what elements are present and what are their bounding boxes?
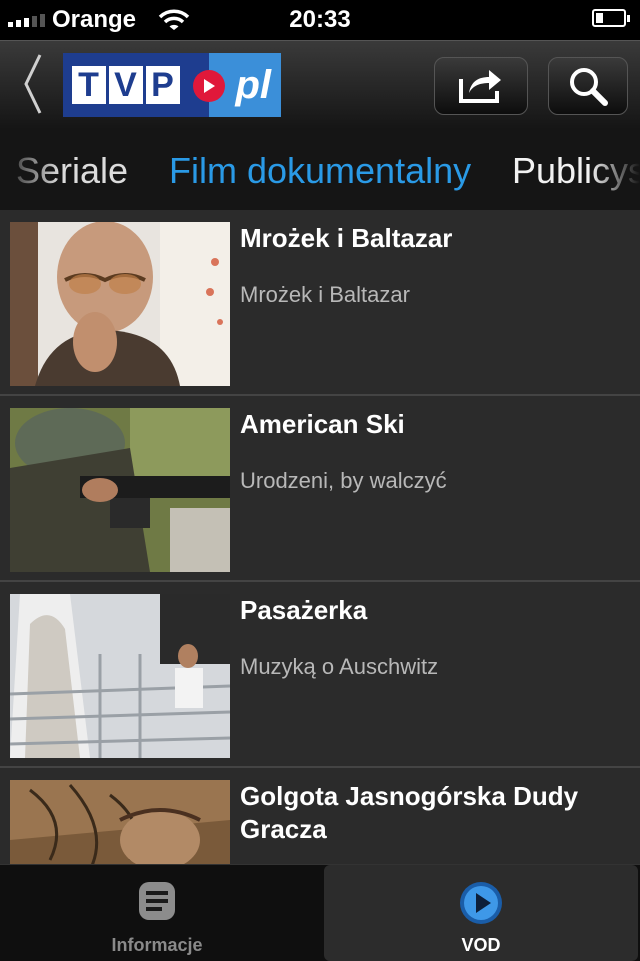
thumbnail-image [10, 408, 230, 572]
clock: 20:33 [289, 6, 351, 33]
list-item[interactable]: Pasażerka Muzyką o Auschwitz [0, 582, 640, 768]
thumbnail-image [10, 222, 230, 386]
logo-tvp-block: T V P [63, 53, 209, 117]
search-icon [570, 68, 608, 106]
logo-letter: V [108, 66, 143, 104]
tvp-pl-logo[interactable]: T V P pl [63, 53, 281, 117]
category-tab-film-dokumentalny[interactable]: Film dokumentalny [169, 150, 471, 192]
tab-label: VOD [461, 935, 501, 955]
share-button[interactable] [434, 57, 528, 115]
thumbnail-image [10, 594, 230, 758]
thumbnail-image [10, 780, 230, 864]
video-list[interactable]: Mrożek i Baltazar Mrożek i Baltazar Amer… [0, 210, 640, 864]
item-subtitle: Muzyką o Auschwitz [240, 654, 439, 679]
app-header: T V P pl [0, 40, 640, 129]
tab-vod[interactable]: VOD [324, 865, 638, 961]
list-item[interactable]: Mrożek i Baltazar Mrożek i Baltazar [0, 210, 640, 396]
battery-icon [592, 9, 630, 27]
back-chevron-icon [24, 54, 42, 114]
logo-letter: P [145, 66, 180, 104]
tab-bar: Informacje VOD [0, 864, 640, 961]
item-subtitle: Mrożek i Baltazar [240, 282, 410, 307]
item-subtitle: Urodzeni, by walczyć [240, 468, 447, 493]
status-bar: Orange 20:33 [0, 0, 640, 40]
search-button[interactable] [548, 57, 628, 115]
document-icon [138, 881, 176, 926]
list-item[interactable]: American Ski Urodzeni, by walczyć [0, 396, 640, 582]
back-button[interactable] [18, 51, 48, 117]
list-item[interactable]: Golgota Jasnogórska Dudy Gracza [0, 768, 640, 864]
category-tab-seriale[interactable]: Seriale [16, 150, 128, 192]
tab-informacje[interactable]: Informacje [0, 865, 314, 961]
logo-letter: T [71, 66, 106, 104]
category-tab-publicystyka[interactable]: Publicys [512, 150, 640, 192]
category-bar[interactable]: Seriale Film dokumentalny Publicys [0, 128, 640, 210]
logo-play-dot-icon [193, 70, 225, 102]
tab-label: Informacje [111, 935, 203, 955]
item-title: Pasażerka [240, 595, 368, 625]
play-icon [459, 881, 503, 930]
share-icon [459, 70, 501, 103]
item-title: Golgota Jasnogórska Dudy Gracza [240, 781, 579, 844]
item-title: American Ski [240, 409, 405, 439]
item-title: Mrożek i Baltazar [240, 223, 453, 253]
